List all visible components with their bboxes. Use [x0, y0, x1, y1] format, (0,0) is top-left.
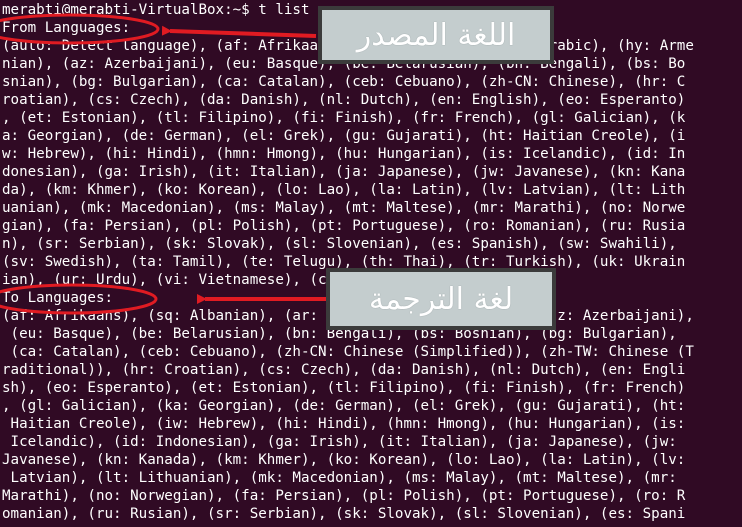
terminal-line: a: Georgian), (de: German), (el: Grek), …: [2, 128, 686, 144]
terminal-line: raditional)), (hr: Croatian), (cs: Czech…: [2, 362, 686, 378]
source-language-callout: اللغة المصدر: [318, 6, 554, 64]
terminal-line: Haitian Creole), (iw: Hebrew), (hi: Hind…: [2, 416, 686, 432]
terminal-line: gian), (fa: Persian), (pl: Polish), (pt:…: [2, 218, 686, 234]
terminal-line: snian), (bg: Bulgarian), (ca: Catalan), …: [2, 74, 686, 90]
terminal-line: (ca: Catalan), (ceb: Cebuano), (zh-CN: C…: [2, 344, 694, 360]
terminal-line: omanian), (ru: Rusian), (sr: Serbian), (…: [2, 506, 686, 522]
terminal-line: w: Hebrew), (hi: Hindi), (hmn: Hmong), (…: [2, 146, 686, 162]
terminal-line: Javanese), (kn: Kanada), (km: Khmer), (k…: [2, 452, 686, 468]
target-language-callout: لغة الترجمة: [326, 268, 556, 330]
terminal-line: , (gl: Galician), (ka: Georgian), (de: G…: [2, 398, 686, 414]
terminal-line: roatian), (cs: Czech), (da: Danish), (nl…: [2, 92, 686, 108]
terminal-line: sh), (eo: Esperanto), (et: Estonian), (t…: [2, 380, 686, 396]
terminal-line: da), (km: Khmer), (ko: Korean), (lo: Lao…: [2, 182, 686, 198]
terminal-line: uanian), (mk: Macedonian), (ms: Malay), …: [2, 200, 686, 216]
terminal-line: , (et: Estonian), (tl: Filipino), (fi: F…: [2, 110, 686, 126]
terminal-line: Latvian), (lt: Lithuanian), (mk: Macedon…: [2, 470, 677, 486]
terminal-line: n), (sr: Serbian), (sk: Slovak), (sl: Sl…: [2, 236, 677, 252]
terminal-line: Marathi), (no: Norwegian), (fa: Persian)…: [2, 488, 686, 504]
terminal-output[interactable]: merabti@merabti-VirtualBox:~$ t list From…: [0, 0, 742, 527]
terminal-line: Icelandic), (id: Indonesian), (ga: Irish…: [2, 434, 677, 450]
terminal-line: donesian), (ga: Irish), (it: Italian), (…: [2, 164, 686, 180]
